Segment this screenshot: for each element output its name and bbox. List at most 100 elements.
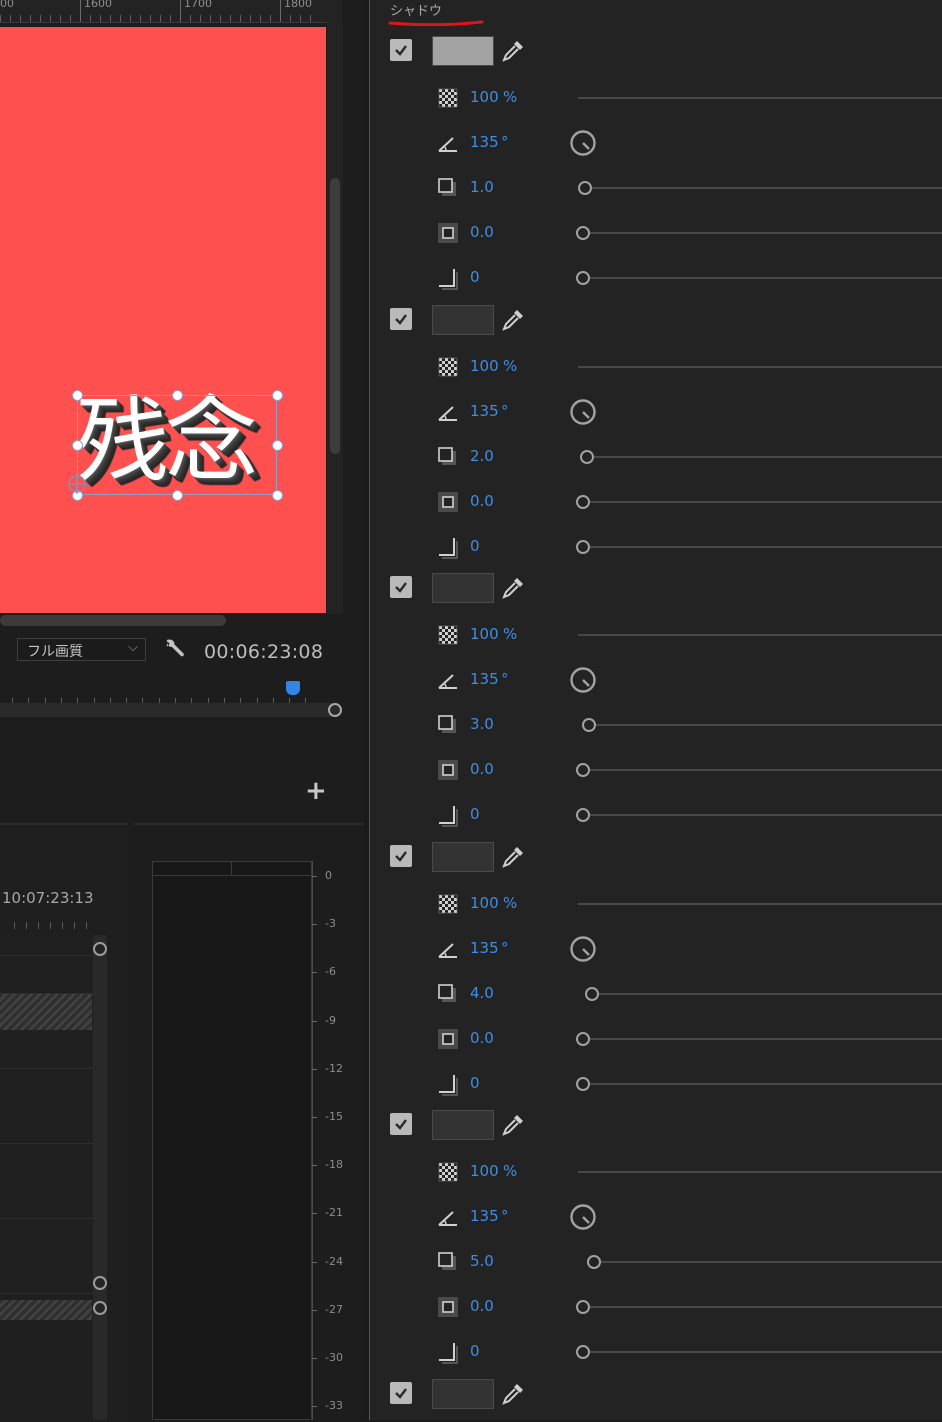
timeline-clip[interactable] (0, 994, 92, 1030)
size-slider[interactable] (588, 1038, 942, 1040)
zoom-scroll-handle[interactable] (328, 703, 342, 717)
size-slider-handle[interactable] (576, 1300, 590, 1314)
eyedropper-icon[interactable] (500, 307, 526, 333)
distance-value[interactable]: 4.0 (470, 984, 494, 1002)
opacity-slider[interactable] (578, 366, 942, 368)
blur-value[interactable]: 0 (470, 268, 480, 286)
distance-value[interactable]: 1.0 (470, 178, 494, 196)
distance-value[interactable]: 2.0 (470, 447, 494, 465)
angle-dial[interactable] (569, 935, 597, 963)
blur-value[interactable]: 0 (470, 1342, 480, 1360)
distance-value[interactable]: 5.0 (470, 1252, 494, 1270)
angle-dial[interactable] (569, 1203, 597, 1231)
distance-slider[interactable] (590, 187, 942, 189)
opacity-value[interactable]: 100 (470, 88, 499, 106)
shadow-enable-checkbox[interactable] (390, 1113, 412, 1135)
blur-slider-handle[interactable] (576, 1345, 590, 1359)
opacity-value[interactable]: 100 (470, 1162, 499, 1180)
distance-slider[interactable] (594, 724, 942, 726)
timeline-track[interactable] (0, 935, 93, 956)
distance-slider[interactable] (599, 1261, 942, 1263)
blur-slider[interactable] (588, 546, 942, 548)
shadow-color-swatch[interactable] (432, 1110, 494, 1140)
eyedropper-icon[interactable] (500, 1112, 526, 1138)
distance-slider[interactable] (592, 456, 942, 458)
timeline-scroll-handle[interactable] (93, 942, 107, 956)
shadow-enable-checkbox[interactable] (390, 1382, 412, 1404)
transform-handle[interactable] (272, 490, 283, 501)
size-slider-handle[interactable] (576, 763, 590, 777)
blur-value[interactable]: 0 (470, 805, 480, 823)
opacity-value[interactable]: 100 (470, 625, 499, 643)
blur-slider-handle[interactable] (576, 808, 590, 822)
size-value[interactable]: 0.0 (470, 1029, 494, 1047)
anchor-point-icon[interactable] (67, 474, 87, 494)
timeline-track[interactable] (0, 1069, 93, 1107)
angle-value[interactable]: 135 (470, 670, 499, 688)
angle-value[interactable]: 135 (470, 402, 499, 420)
timeline-track[interactable] (0, 1219, 93, 1257)
blur-slider[interactable] (588, 277, 942, 279)
transform-handle[interactable] (172, 390, 183, 401)
shadow-color-swatch[interactable] (432, 842, 494, 872)
angle-dial[interactable] (569, 666, 597, 694)
blur-slider-handle[interactable] (576, 540, 590, 554)
distance-slider-handle[interactable] (582, 718, 596, 732)
angle-dial[interactable] (569, 129, 597, 157)
blur-slider[interactable] (588, 814, 942, 816)
wrench-settings-icon[interactable] (164, 637, 186, 664)
opacity-slider[interactable] (578, 903, 942, 905)
angle-value[interactable]: 135 (470, 133, 499, 151)
size-value[interactable]: 0.0 (470, 223, 494, 241)
playback-quality-select[interactable]: フル画質 ⌵ (17, 638, 146, 661)
timeline-vertical-scrollbar[interactable] (93, 935, 107, 1420)
eyedropper-icon[interactable] (500, 844, 526, 870)
shadow-color-swatch[interactable] (432, 36, 494, 66)
distance-slider-handle[interactable] (578, 181, 592, 195)
opacity-slider[interactable] (578, 97, 942, 99)
transform-handle[interactable] (172, 490, 183, 501)
opacity-value[interactable]: 100 (470, 894, 499, 912)
size-value[interactable]: 0.0 (470, 492, 494, 510)
size-slider-handle[interactable] (576, 1032, 590, 1046)
angle-value[interactable]: 135 (470, 939, 499, 957)
transform-handle[interactable] (72, 440, 83, 451)
shadow-enable-checkbox[interactable] (390, 39, 412, 61)
title-bounding-box[interactable] (77, 395, 277, 495)
opacity-slider[interactable] (578, 634, 942, 636)
blur-slider-handle[interactable] (576, 1077, 590, 1091)
eyedropper-icon[interactable] (500, 575, 526, 601)
shadow-color-swatch[interactable] (432, 573, 494, 603)
blur-slider[interactable] (588, 1351, 942, 1353)
shadow-color-swatch[interactable] (432, 1379, 494, 1409)
transform-handle[interactable] (272, 390, 283, 401)
size-slider-handle[interactable] (576, 495, 590, 509)
timeline-track[interactable] (0, 1256, 93, 1294)
shadow-color-swatch[interactable] (432, 305, 494, 335)
timeline-timecode[interactable]: 10:07:23:13 (2, 889, 94, 907)
distance-slider-handle[interactable] (585, 987, 599, 1001)
eyedropper-icon[interactable] (500, 1381, 526, 1407)
timeline-track[interactable] (0, 956, 93, 994)
program-canvas[interactable] (0, 27, 326, 613)
blur-value[interactable]: 0 (470, 537, 480, 555)
distance-slider-handle[interactable] (580, 450, 594, 464)
transform-handle[interactable] (272, 440, 283, 451)
timeline-scroll-handle[interactable] (93, 1276, 107, 1290)
button-editor-add-button[interactable]: + (305, 776, 327, 806)
timeline-track[interactable] (0, 1031, 93, 1069)
playhead-marker[interactable] (286, 681, 300, 695)
shadow-enable-checkbox[interactable] (390, 576, 412, 598)
timeline-track[interactable] (0, 1181, 93, 1219)
shadow-enable-checkbox[interactable] (390, 308, 412, 330)
size-slider-handle[interactable] (576, 226, 590, 240)
distance-slider-handle[interactable] (587, 1255, 601, 1269)
blur-value[interactable]: 0 (470, 1074, 480, 1092)
opacity-slider[interactable] (578, 1171, 942, 1173)
size-slider[interactable] (588, 1306, 942, 1308)
transform-handle[interactable] (72, 390, 83, 401)
size-value[interactable]: 0.0 (470, 1297, 494, 1315)
angle-dial[interactable] (569, 398, 597, 426)
size-slider[interactable] (588, 232, 942, 234)
monitor-time-ruler[interactable] (0, 684, 320, 704)
